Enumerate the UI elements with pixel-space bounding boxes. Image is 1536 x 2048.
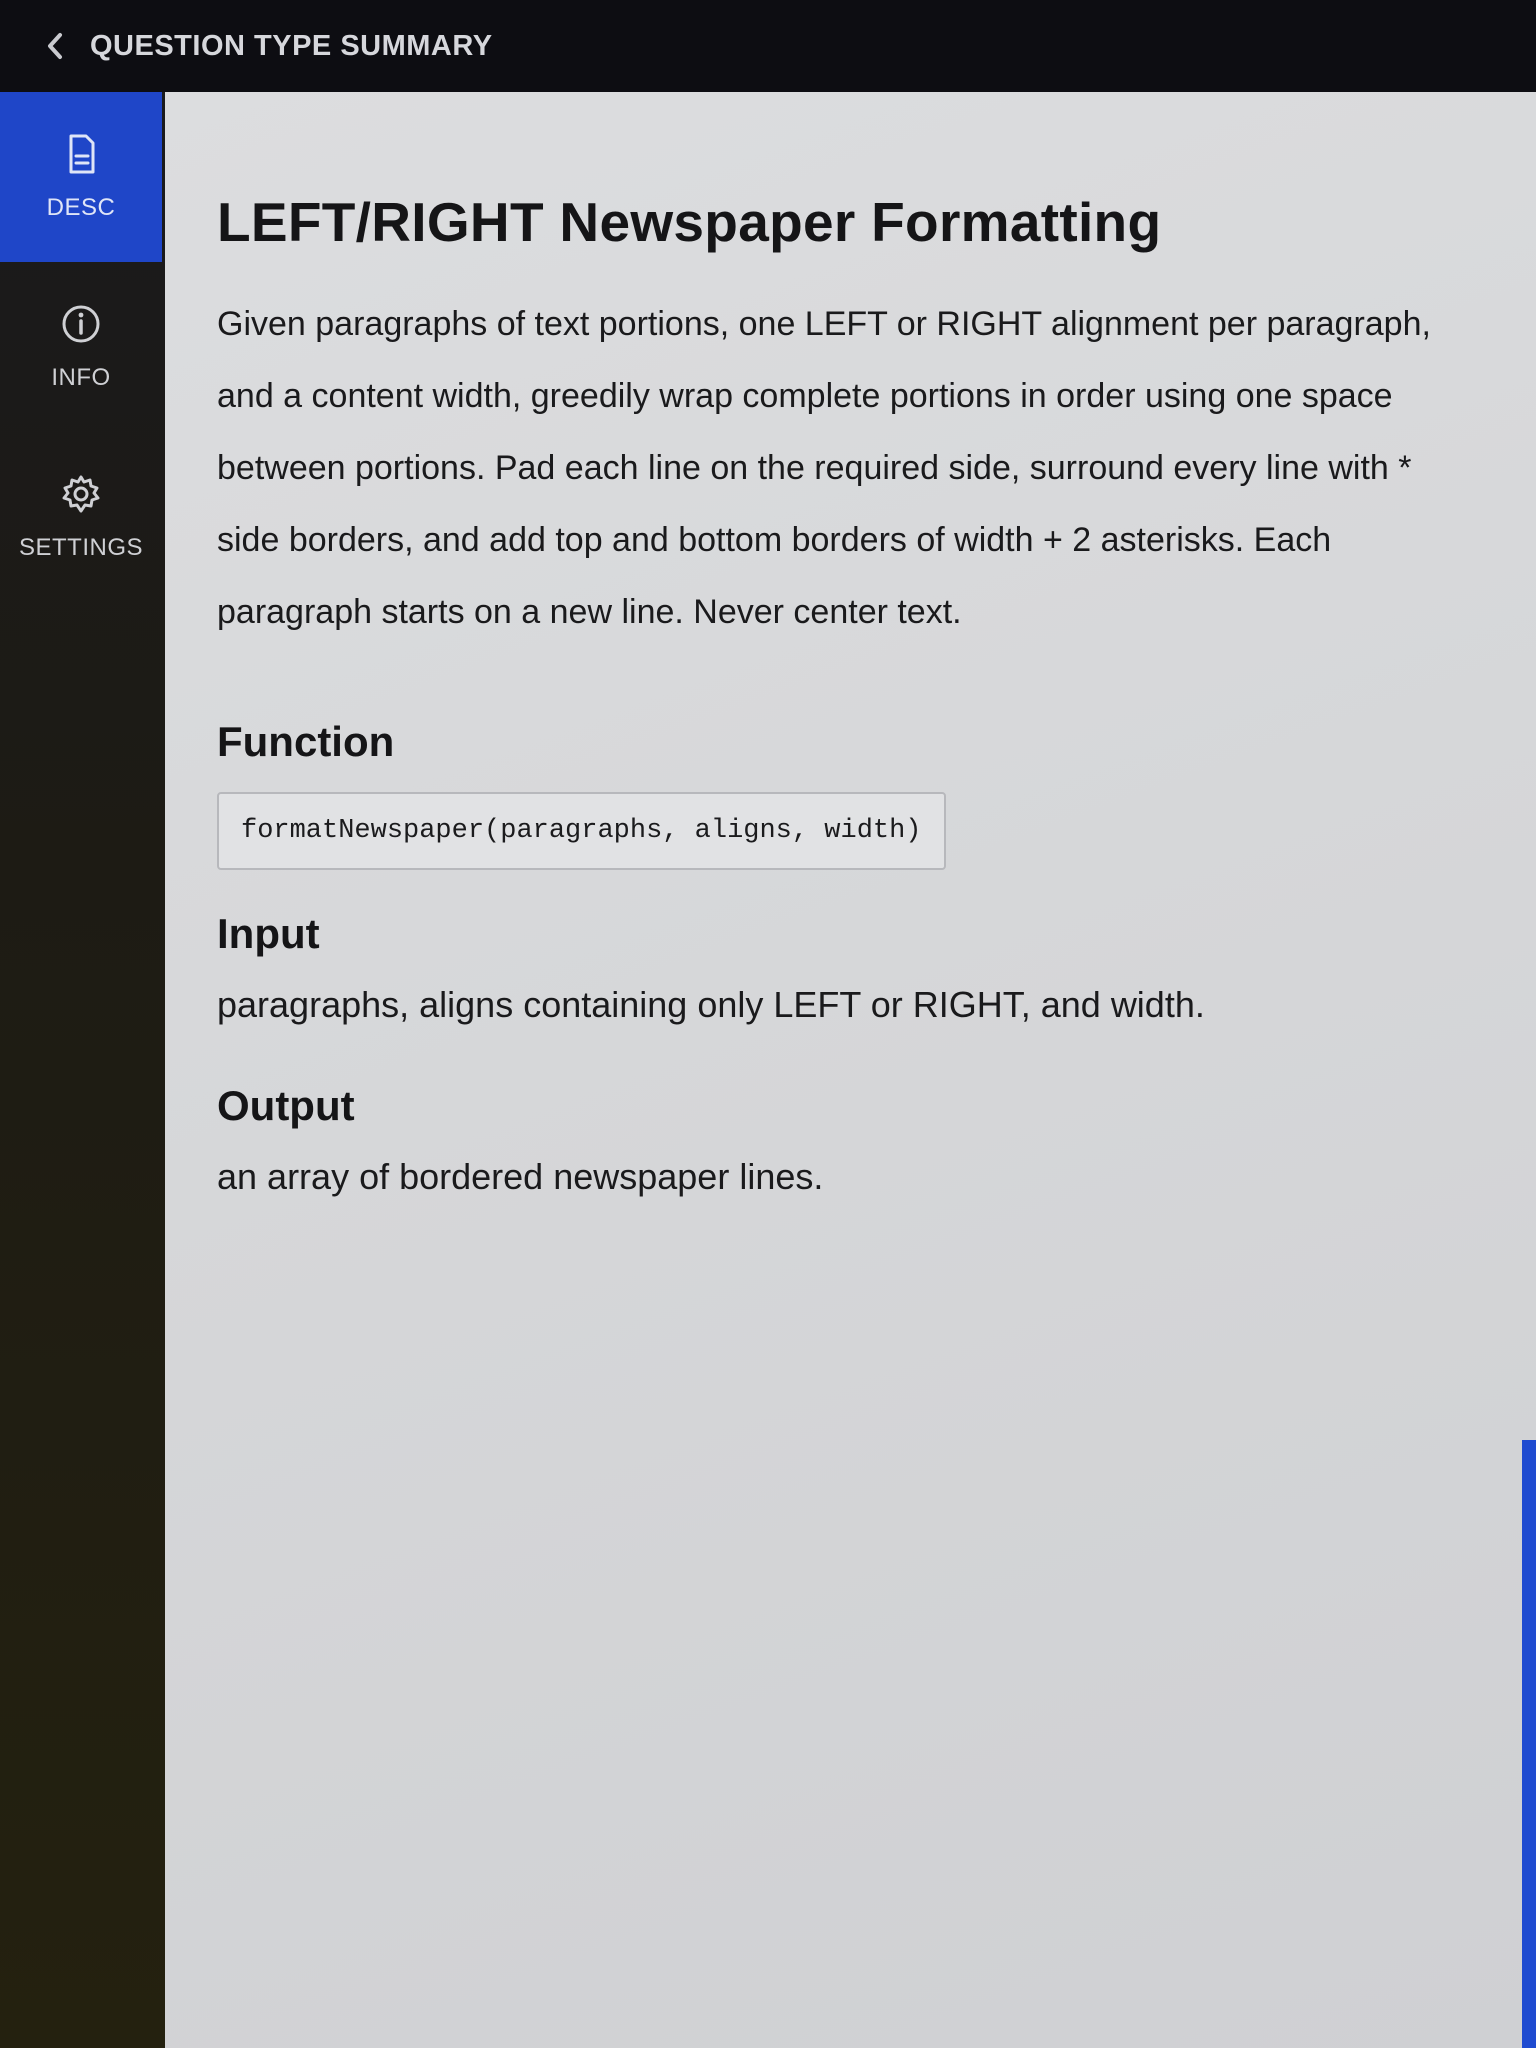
top-bar: QUESTION TYPE SUMMARY: [0, 0, 1536, 92]
description-text: Given paragraphs of text portions, one L…: [217, 305, 1431, 631]
output-text: an array of bordered newspaper lines.: [217, 1156, 824, 1197]
sidebar-item-settings[interactable]: SETTINGS: [0, 432, 162, 602]
function-signature: formatNewspaper(paragraphs, aligns, widt…: [217, 792, 946, 870]
document-icon: [69, 134, 95, 174]
input-heading: Input: [217, 910, 320, 957]
chevron-left-icon[interactable]: [46, 31, 66, 61]
gear-icon: [62, 475, 100, 513]
input-text: paragraphs, aligns containing only LEFT …: [217, 984, 1205, 1025]
sidebar: DESC INFO SETTINGS: [0, 92, 175, 2048]
sidebar-item-label: DESC: [46, 194, 116, 221]
function-heading: Function: [217, 718, 395, 765]
sidebar-item-label: INFO: [51, 364, 111, 391]
sidebar-item-desc[interactable]: DESC: [0, 92, 162, 262]
sidebar-item-label: SETTINGS: [18, 534, 143, 561]
page-header-title: QUESTION TYPE SUMMARY: [90, 29, 493, 62]
sidebar-item-info[interactable]: INFO: [0, 262, 162, 432]
page-title: LEFT/RIGHT Newspaper Formatting: [217, 191, 1162, 253]
accent-edge: [1522, 1440, 1536, 2048]
info-icon: [62, 305, 100, 343]
output-heading: Output: [217, 1082, 355, 1129]
content-panel: LEFT/RIGHT Newspaper Formatting Given pa…: [165, 92, 1536, 2048]
